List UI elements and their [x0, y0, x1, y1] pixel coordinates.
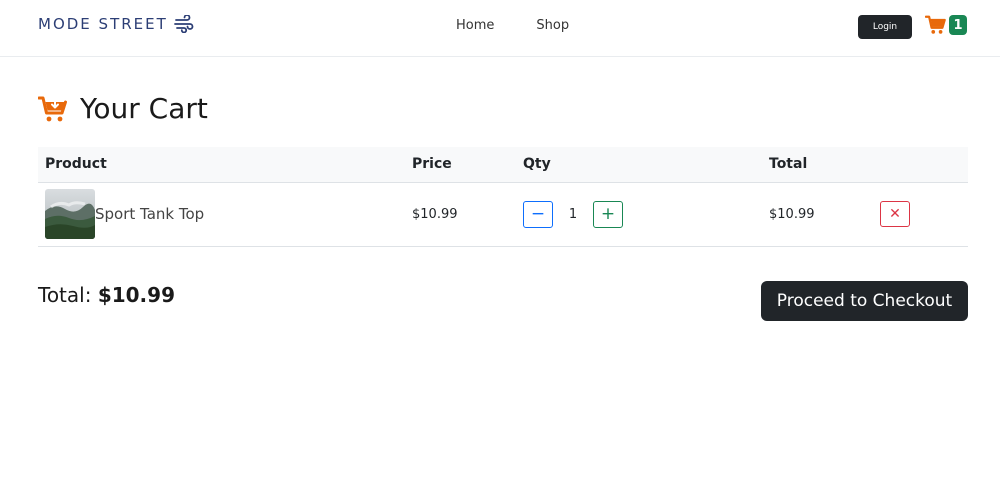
brand-name: MODE STREET [38, 15, 168, 33]
decrease-qty-button[interactable]: − [523, 200, 553, 228]
increase-qty-button[interactable]: + [593, 200, 623, 228]
page-heading: Your Cart [38, 92, 208, 125]
main-nav: Home Shop [456, 18, 569, 33]
column-header-price: Price [412, 156, 452, 173]
column-header-qty: Qty [523, 156, 551, 173]
navbar: MODE STREET Home Shop Login 1 [0, 0, 1000, 57]
nav-link-shop[interactable]: Shop [536, 18, 569, 33]
cart-count-badge: 1 [949, 15, 967, 35]
table-row: Sport Tank Top $10.99 − 1 + $10.99 ✕ [38, 182, 968, 246]
total-amount: $10.99 [97, 283, 175, 307]
line-total-cell: $10.99 [769, 206, 815, 222]
qty-value: 1 [568, 206, 578, 222]
column-header-actions [873, 147, 968, 182]
price-cell: $10.99 [412, 206, 458, 222]
cart-download-icon [38, 96, 67, 121]
column-header-total: Total [769, 156, 808, 173]
total-label: Total: [38, 283, 92, 307]
cart-link[interactable]: 1 [925, 14, 967, 36]
checkout-button[interactable]: Proceed to Checkout [761, 281, 968, 321]
table-header-row: Product Price Qty Total [38, 147, 968, 182]
nav-link-home[interactable]: Home [456, 18, 494, 33]
page-title: Your Cart [80, 92, 208, 125]
cart-table: Product Price Qty Total Sport Tank Top $… [38, 147, 968, 247]
login-button[interactable]: Login [858, 15, 912, 39]
brand-link[interactable]: MODE STREET [38, 15, 194, 33]
product-name[interactable]: Sport Tank Top [95, 205, 204, 223]
remove-item-button[interactable]: ✕ [880, 201, 910, 227]
cart-total: Total: $10.99 [38, 283, 175, 307]
product-cell: Sport Tank Top [38, 182, 405, 246]
product-thumbnail[interactable] [45, 189, 95, 239]
wind-icon [173, 15, 194, 33]
shopping-cart-icon [925, 15, 946, 34]
qty-cell: − 1 + [516, 182, 762, 246]
remove-cell: ✕ [873, 182, 968, 246]
column-header-product: Product [45, 156, 107, 173]
